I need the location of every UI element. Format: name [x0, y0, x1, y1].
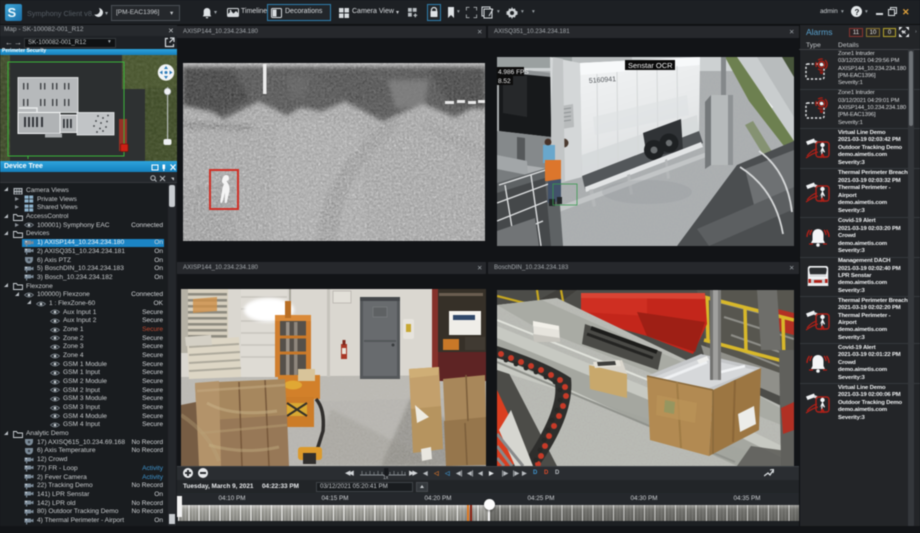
svg-text:8.52: 8.52 [498, 78, 511, 85]
svg-text:4.986 FPS: 4.986 FPS [498, 69, 529, 76]
svg-text:Senstar OCR: Senstar OCR [628, 61, 673, 70]
